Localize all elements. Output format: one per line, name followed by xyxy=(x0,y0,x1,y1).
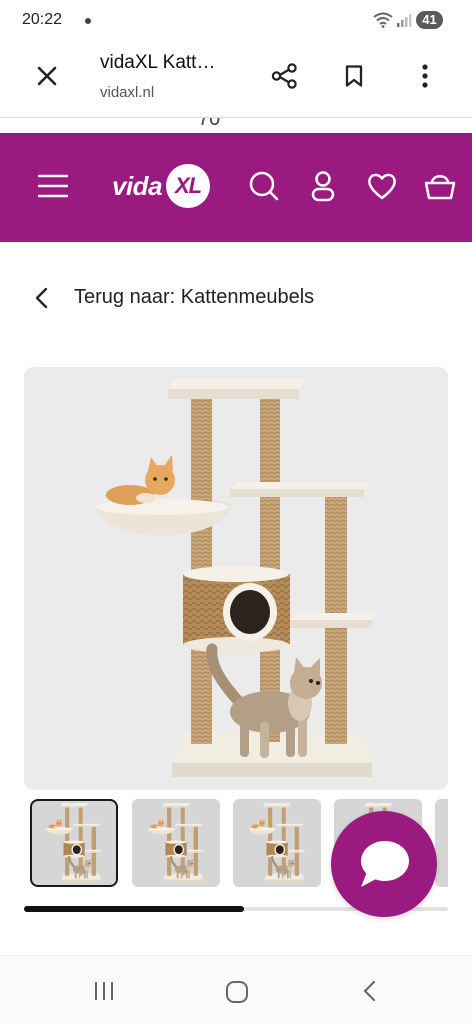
partial-text-clip: 70 xyxy=(198,118,230,133)
chevron-left-icon xyxy=(35,287,48,309)
thumbnail[interactable] xyxy=(132,799,220,887)
logo-badge: XL xyxy=(166,164,210,208)
share-icon[interactable] xyxy=(270,62,298,90)
thumbnail-photo xyxy=(146,802,206,884)
thumbnail[interactable] xyxy=(435,799,448,887)
page-url: vidaxl.nl xyxy=(100,84,155,101)
site-logo[interactable]: vida XL xyxy=(112,163,216,209)
hamburger-menu-icon[interactable] xyxy=(38,174,68,198)
partial-text: 70 xyxy=(198,118,221,130)
wifi-icon xyxy=(373,12,393,28)
back-link-label: Terug naar: Kattenmeubels xyxy=(74,286,315,308)
battery-icon: 41 xyxy=(416,11,443,29)
thumbnail-photo xyxy=(247,802,307,884)
bookmark-icon[interactable] xyxy=(342,64,366,88)
page-title: vidaXL Katt… xyxy=(100,52,216,73)
thumbnail[interactable] xyxy=(233,799,321,887)
recent-apps-icon[interactable] xyxy=(92,979,116,1003)
gallery-scrollbar-thumb[interactable] xyxy=(24,906,245,912)
browser-divider xyxy=(0,117,472,118)
system-nav-bar xyxy=(0,955,472,1025)
thumbnail-photo xyxy=(437,801,448,885)
more-vert-icon[interactable] xyxy=(417,63,433,89)
status-time: 20:22 xyxy=(22,11,63,28)
chat-bubble-icon xyxy=(361,841,409,887)
product-main-image[interactable] xyxy=(24,367,448,790)
thumbnail-photo xyxy=(44,802,104,884)
chat-button[interactable] xyxy=(331,811,437,917)
logo-prefix: vida xyxy=(112,171,163,201)
search-icon[interactable] xyxy=(248,170,280,202)
site-header: vida XL xyxy=(0,133,472,242)
heart-icon[interactable] xyxy=(366,170,398,202)
close-icon[interactable] xyxy=(35,64,59,88)
cat-tree-photo xyxy=(24,367,448,790)
back-icon[interactable] xyxy=(359,979,379,1003)
thumbnail[interactable] xyxy=(30,799,118,887)
signal-icon xyxy=(397,14,412,27)
back-link[interactable]: Terug naar: Kattenmeubels xyxy=(30,282,390,314)
home-icon[interactable] xyxy=(225,980,249,1004)
logo-suffix: XL xyxy=(174,173,202,198)
basket-icon[interactable] xyxy=(423,170,457,202)
user-icon[interactable] xyxy=(307,170,339,202)
notification-dot-icon xyxy=(85,18,91,24)
